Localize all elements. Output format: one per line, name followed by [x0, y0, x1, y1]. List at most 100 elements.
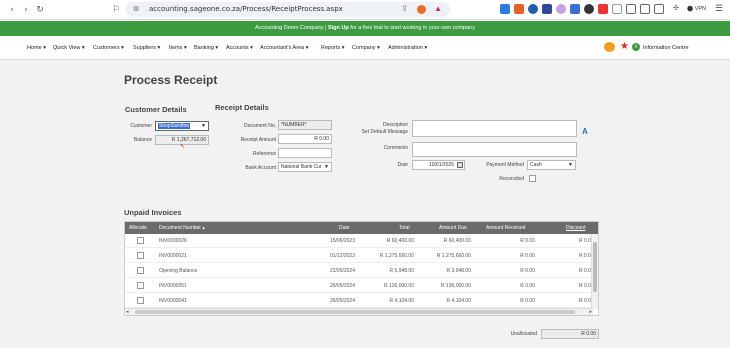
date-cell: 22/05/2024: [329, 268, 355, 274]
menu-customers[interactable]: Customers ▾: [93, 45, 124, 51]
amount-due-header[interactable]: Amount Due: [439, 225, 467, 231]
total-header[interactable]: Total: [399, 225, 410, 231]
menu-banking[interactable]: Banking ▾: [194, 45, 218, 51]
date-input[interactable]: 10/01/2025: [412, 160, 465, 170]
table-row: INV0000021 01/12/2023 R 1,275,660.00 R 1…: [125, 249, 593, 263]
allocate-checkbox[interactable]: [137, 267, 144, 274]
extension-9-icon[interactable]: [612, 4, 622, 14]
menu-company[interactable]: Company ▾: [352, 45, 380, 51]
back-icon[interactable]: ‹: [6, 4, 18, 16]
date-header[interactable]: Date: [339, 225, 350, 231]
date-cell: 15/06/2023: [329, 238, 355, 244]
document-number-cell[interactable]: INV0000021: [159, 253, 187, 259]
menu-accountants-area[interactable]: Accountant's Area ▾: [260, 45, 308, 51]
allocate-checkbox[interactable]: [137, 252, 144, 259]
extension-4-icon[interactable]: [542, 4, 552, 14]
amount-received-cell[interactable]: R 0.00: [520, 298, 535, 304]
discount-header[interactable]: Discount: [566, 225, 585, 231]
horizontal-scrollbar[interactable]: ◂ ▸: [125, 308, 593, 315]
information-centre-link[interactable]: Information Centre: [643, 45, 689, 51]
comments-label: Comments: [383, 145, 408, 151]
date-label: Date: [397, 162, 408, 168]
scroll-thumb[interactable]: [135, 310, 575, 314]
extension-7-icon[interactable]: [584, 4, 594, 14]
menu-home[interactable]: Home ▾: [27, 45, 46, 51]
menu-items[interactable]: Items ▾: [169, 45, 187, 51]
document-number-cell[interactable]: INV0000051: [159, 283, 187, 289]
extension-11-icon[interactable]: [640, 4, 650, 14]
amount-received-cell[interactable]: R 0.00: [520, 268, 535, 274]
receipt-details-heading: Receipt Details: [215, 103, 269, 112]
extension-3-icon[interactable]: [528, 4, 538, 14]
forward-icon[interactable]: ›: [20, 4, 32, 16]
document-number-cell[interactable]: Opening Balance: [159, 268, 197, 274]
extension-5-icon[interactable]: [556, 4, 566, 14]
date-cell: 26/05/2024: [329, 298, 355, 304]
signup-link[interactable]: Sign Up: [328, 25, 349, 31]
total-cell: R 60,400.00: [386, 238, 414, 244]
table-row: Opening Balance 22/05/2024 R 5,948.00 R …: [125, 264, 593, 278]
brave-rewards-icon[interactable]: ▲: [434, 4, 442, 13]
reload-icon[interactable]: ↻: [34, 4, 46, 16]
amount-received-cell[interactable]: R 0.00: [520, 283, 535, 289]
extension-2-icon[interactable]: [514, 4, 524, 14]
scroll-thumb[interactable]: [593, 242, 597, 292]
payment-method-label: Payment Method: [486, 162, 524, 168]
discount-cell[interactable]: R 0.0: [579, 238, 591, 244]
scroll-right-icon[interactable]: ▸: [589, 309, 592, 315]
amount-received-cell[interactable]: R 0.00: [520, 253, 535, 259]
description-input[interactable]: [412, 120, 577, 137]
allocate-checkbox[interactable]: [137, 297, 144, 304]
reference-input[interactable]: [278, 148, 332, 158]
menu-icon[interactable]: ☰: [715, 3, 723, 14]
menu-administration[interactable]: Administration ▾: [388, 45, 427, 51]
bank-account-select[interactable]: National Bank Cur ▼: [278, 162, 332, 172]
menu-accounts[interactable]: Accounts ▾: [226, 45, 253, 51]
allocate-checkbox[interactable]: [137, 282, 144, 289]
amount-due-cell: R 1,275,660.00: [436, 253, 471, 259]
amount-due-cell: R 4,104.00: [446, 298, 471, 304]
payment-method-select[interactable]: Cash ▼: [527, 160, 576, 170]
scroll-left-icon[interactable]: ◂: [126, 309, 129, 315]
unpaid-invoices-heading: Unpaid Invoices: [124, 208, 182, 217]
calendar-icon[interactable]: [457, 162, 463, 168]
extensions-puzzle-icon[interactable]: ✣: [673, 4, 679, 12]
reconciled-checkbox[interactable]: [529, 175, 536, 182]
menu-quick-view[interactable]: Quick View ▾: [53, 45, 85, 51]
menu-reports[interactable]: Reports ▾: [321, 45, 345, 51]
customer-select[interactable]: ShopSandton ▼: [155, 121, 209, 131]
amount-received-header[interactable]: Amount Received: [486, 225, 525, 231]
info-icon[interactable]: i: [632, 43, 640, 51]
extension-8-icon[interactable]: [598, 4, 608, 14]
set-default-message-link[interactable]: Set Default Message: [362, 129, 408, 135]
reference-label: Reference: [252, 151, 276, 157]
notifications-icon[interactable]: [604, 42, 615, 52]
document-number-cell[interactable]: INV0000026: [159, 238, 187, 244]
extension-1-icon[interactable]: [500, 4, 510, 14]
vertical-scrollbar[interactable]: [591, 234, 598, 309]
document-number-header[interactable]: Document Number ▴: [159, 225, 205, 231]
discount-cell[interactable]: R 0.0: [579, 253, 591, 259]
discount-cell[interactable]: R 0.0: [579, 283, 591, 289]
main-content: Process Receipt Customer Details Receipt…: [0, 60, 730, 348]
table-row: INV0000041 26/05/2024 R 4,104.00 R 4,104…: [125, 294, 593, 308]
extension-10-icon[interactable]: [626, 4, 636, 14]
favourite-star-icon[interactable]: ★: [620, 41, 629, 52]
extension-6-icon[interactable]: [570, 4, 580, 14]
site-settings-icon[interactable]: ⚙: [133, 5, 139, 13]
spell-check-icon[interactable]: A: [582, 127, 588, 136]
amount-received-cell[interactable]: R 0.00: [520, 238, 535, 244]
vpn-button[interactable]: ⬤ VPN: [687, 6, 706, 12]
extension-12-icon[interactable]: [654, 4, 664, 14]
address-bar[interactable]: ⚙ accounting.sageone.co.za/Process/Recei…: [125, 2, 450, 17]
discount-cell[interactable]: R 0.0: [579, 268, 591, 274]
brave-shield-icon[interactable]: [417, 5, 426, 14]
bookmark-icon[interactable]: ⚐: [110, 4, 122, 16]
menu-suppliers[interactable]: Suppliers ▾: [133, 45, 160, 51]
comments-input[interactable]: [412, 142, 577, 157]
discount-cell[interactable]: R 0.0: [579, 298, 591, 304]
allocate-checkbox[interactable]: [137, 237, 144, 244]
share-icon[interactable]: ⇪: [401, 4, 408, 13]
receipt-amount-input[interactable]: R 0.00: [278, 134, 332, 144]
document-number-cell[interactable]: INV0000041: [159, 298, 187, 304]
